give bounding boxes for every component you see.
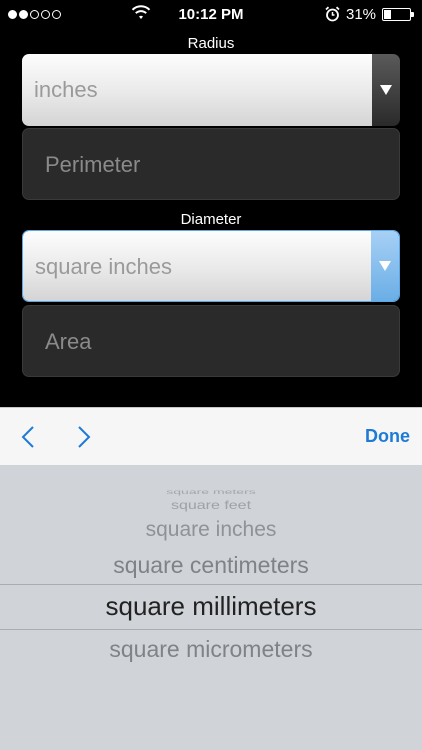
battery-icon [382, 8, 411, 21]
radius-unit-value: inches [34, 77, 98, 102]
battery-level [384, 10, 392, 19]
perimeter-field[interactable]: Perimeter [22, 128, 400, 200]
perimeter-placeholder: Perimeter [45, 152, 141, 177]
diameter-label: Diameter [180, 211, 242, 228]
done-button[interactable]: Done [365, 426, 410, 447]
previous-button[interactable] [14, 422, 42, 452]
diameter-unit-dropdown[interactable]: square inches [22, 230, 400, 302]
keyboard-toolbar: Done [0, 407, 422, 465]
chevron-right-icon [78, 426, 91, 448]
diameter-unit-value: square inches [35, 254, 172, 279]
triangle-down-icon [379, 261, 391, 271]
chevron-left-icon [21, 426, 34, 448]
alarm-icon [325, 6, 340, 22]
picker-option[interactable]: square centimeters [0, 552, 422, 579]
picker-option[interactable]: square inches [0, 518, 422, 542]
picker-option[interactable]: square meters [0, 488, 422, 495]
picker-option-selected[interactable]: square millimeters [0, 591, 422, 622]
dropdown-arrow[interactable] [372, 54, 400, 126]
dropdown-arrow[interactable] [371, 231, 399, 301]
radius-unit-dropdown[interactable]: inches [22, 54, 400, 126]
area-field[interactable]: Area [22, 305, 400, 377]
radius-label: Radius [187, 35, 235, 52]
unit-picker[interactable]: square meters square feet square inches … [0, 465, 422, 750]
picker-option[interactable]: square micrometers [0, 636, 422, 663]
picker-option[interactable]: square feet [0, 499, 422, 513]
next-button[interactable] [70, 422, 98, 452]
area-placeholder: Area [45, 329, 92, 354]
status-bar: 10:12 PM 31% [0, 0, 422, 30]
battery-tip [411, 12, 414, 17]
triangle-down-icon [380, 85, 392, 95]
battery-percent: 31% [346, 6, 377, 23]
